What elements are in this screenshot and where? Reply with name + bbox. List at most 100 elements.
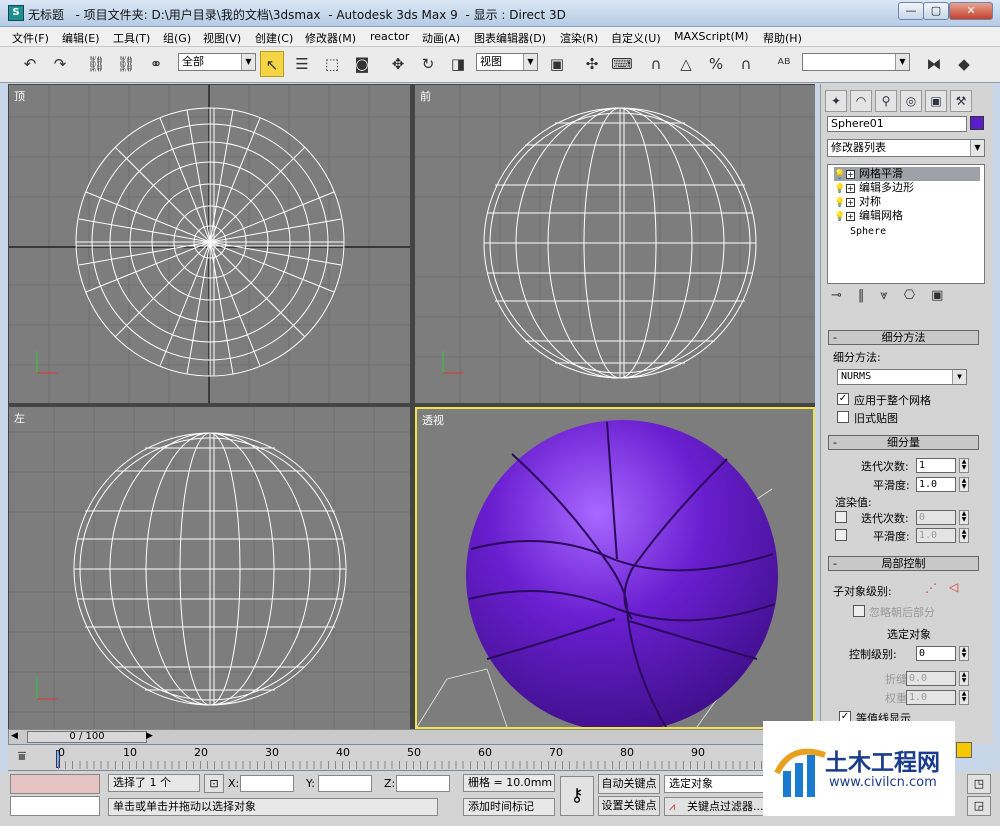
rectangle-selection-icon[interactable]: ⬚ [320,51,344,77]
pivot-center-icon[interactable]: ▣ [545,51,569,77]
move-icon[interactable]: ✥ [386,51,410,77]
render-iterations-checkbox[interactable] [835,511,847,523]
rollout-subdivision-amount[interactable]: - 细分量 [828,435,979,450]
selection-filter-dropdown[interactable]: 全部 ▼ [178,53,256,71]
maximize-viewport-icon[interactable]: ◲ [967,796,991,816]
menu-modifiers[interactable]: 修改器(M) [305,30,356,46]
utilities-tab-icon[interactable]: ⚒ [950,90,972,112]
viewport-label-left[interactable]: 左 [14,410,25,426]
selected-object-dropdown[interactable]: 选定对象 [664,775,764,793]
object-color-swatch[interactable] [970,116,984,130]
menu-animation[interactable]: 动画(A) [422,30,460,46]
modifier-list-dropdown[interactable]: 修改器列表 ▼ [827,139,985,157]
iterations-spinner[interactable]: 1 [916,458,956,473]
select-object-icon[interactable]: ↖ [260,51,284,77]
menu-file[interactable]: 文件(F) [12,30,49,46]
maxscript-listener-pink[interactable] [10,774,100,794]
edge-icon[interactable]: ◁ [949,580,958,594]
align-icon[interactable]: ◆ [952,51,976,77]
select-by-name-icon[interactable]: ☰ [290,51,314,77]
prev-frame-icon[interactable]: ◀ [11,731,18,741]
curve-editor-icon[interactable]: ⩸ [18,749,26,764]
subdivision-method-dropdown[interactable]: NURMS ▼ [837,369,967,385]
render-smoothness-checkbox[interactable] [835,529,847,541]
menu-views[interactable]: 视图(V) [203,30,241,46]
stack-item-edit-mesh[interactable]: 💡 + 编辑网格 [834,209,980,223]
y-coordinate-field[interactable] [318,775,372,792]
select-manipulate-icon[interactable]: ✣ [580,51,604,77]
bind-space-warp-icon[interactable]: ⚭ [144,51,168,77]
link-icon[interactable]: ⛓ [84,51,108,77]
expand-icon[interactable]: + [846,198,855,207]
lightbulb-icon[interactable]: 💡 [834,168,845,182]
scale-icon[interactable]: ◨ [446,51,470,77]
object-name-field[interactable]: Sphere01 [827,116,967,132]
crease-spinner-arrows[interactable]: ▲ ▼ [959,671,969,686]
apply-whole-mesh-checkbox[interactable]: ✓ [837,393,849,405]
angle-snap-icon[interactable]: △ [674,51,698,77]
menu-reactor[interactable]: reactor [370,30,409,43]
weight-spinner-arrows[interactable]: ▲ ▼ [959,690,969,705]
set-key-button[interactable]: 设置关键点 [598,796,660,816]
hierarchy-tab-icon[interactable]: ⚲ [875,90,897,112]
display-tab-icon[interactable]: ▣ [925,90,947,112]
crease-spinner[interactable]: 0.0 [906,671,956,686]
maximize-button[interactable]: ▢ [923,2,949,20]
rollout-subdivision-method[interactable]: - 细分方法 [828,330,979,345]
redo-icon[interactable]: ↷ [48,51,72,77]
rollout-local-control[interactable]: - 局部控制 [828,556,979,571]
viewport-top[interactable]: 顶 [9,85,410,403]
smoothness-spinner-arrows[interactable]: ▲ ▼ [959,477,969,492]
iterations-spinner-arrows[interactable]: ▲ ▼ [959,458,969,473]
add-time-tag[interactable]: 添加时间标记 [463,798,555,816]
render-smoothness-spinner-arrows[interactable]: ▲ ▼ [959,528,969,543]
viewport-perspective[interactable]: 透视 [415,407,815,729]
rotate-icon[interactable]: ↻ [416,51,440,77]
menu-customize[interactable]: 自定义(U) [611,30,661,46]
track-bar[interactable]: ⩸ 0 10 20 30 40 50 60 70 80 90 [8,746,815,771]
stack-item-edit-poly[interactable]: 💡 + 编辑多边形 [834,181,980,195]
key-filters-button[interactable]: ⩘ 关键点过滤器... [664,797,764,816]
viewport-label-top[interactable]: 顶 [14,88,25,104]
menu-rendering[interactable]: 渲染(R) [560,30,598,46]
key-icon[interactable]: ⚷ [560,776,594,816]
control-level-spinner[interactable]: 0 [916,646,956,661]
snap-3d-icon[interactable]: ∩ [644,51,668,77]
spinner-snap-icon[interactable]: ∩ [734,51,758,77]
smoothness-spinner[interactable]: 1.0 [916,477,956,492]
time-slider[interactable]: 0 / 100 [27,731,147,743]
keyboard-shortcut-icon[interactable]: ⌨ [610,51,634,77]
lightbulb-icon[interactable]: 💡 [834,182,845,196]
expand-icon[interactable]: + [846,184,855,193]
z-coordinate-field[interactable] [396,775,450,792]
render-smoothness-spinner[interactable]: 1.0 [916,528,956,543]
named-selection-icon[interactable]: ᴬᴮ [772,51,796,77]
lightbulb-icon[interactable]: 💡 [834,210,845,224]
viewport-label-front[interactable]: 前 [420,88,431,104]
basketball-sphere[interactable] [466,420,778,727]
vertex-icon[interactable]: ⋰ [925,581,937,595]
ignore-backfacing-checkbox[interactable] [853,605,865,617]
named-selection-sets-dropdown[interactable]: ▼ [802,53,910,71]
unlink-icon[interactable]: ⛓ [114,51,138,77]
menu-maxscript[interactable]: MAXScript(M) [674,30,749,43]
stack-item-symmetry[interactable]: 💡 + 对称 [834,195,980,209]
undo-icon[interactable]: ↶ [18,51,42,77]
x-coordinate-field[interactable] [240,775,294,792]
create-tab-icon[interactable]: ✦ [825,90,847,112]
motion-tab-icon[interactable]: ◎ [900,90,922,112]
control-level-spinner-arrows[interactable]: ▲ ▼ [959,646,969,661]
app-icon[interactable]: S [8,5,24,21]
menu-edit[interactable]: 编辑(E) [62,30,100,46]
menu-create[interactable]: 创建(C) [255,30,293,46]
zoom-extents-icon[interactable]: ◳ [967,774,991,794]
expand-icon[interactable]: + [846,212,855,221]
lock-icon[interactable]: ⊡ [204,774,224,793]
stack-item-sphere[interactable]: Sphere [834,225,980,239]
reference-coordinate-dropdown[interactable]: 视图 ▼ [476,53,538,71]
old-style-mapping-checkbox[interactable] [837,411,849,423]
key-color-swatch[interactable] [956,742,972,758]
menu-group[interactable]: 组(G) [163,30,191,46]
auto-key-button[interactable]: 自动关键点 [598,774,660,794]
menu-graph-editors[interactable]: 图表编辑器(D) [474,30,546,46]
